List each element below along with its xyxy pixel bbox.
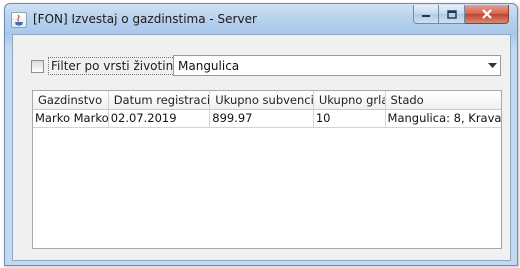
window-title: [FON] Izvestaj o gazdinstima - Server (33, 12, 257, 26)
close-button[interactable] (465, 5, 509, 24)
animal-type-select[interactable]: Mangulica (173, 55, 501, 76)
title-bar[interactable]: [FON] Izvestaj o gazdinstima - Server (5, 4, 517, 34)
close-icon (481, 9, 492, 19)
filter-checkbox-label[interactable]: Filter po vrsti životinje (48, 57, 187, 75)
report-table[interactable]: Gazdinstvo Datum registracije Ukupno sub… (32, 90, 502, 249)
animal-filter-checkbox[interactable]: Filter po vrsti životinje (31, 56, 187, 76)
cell-stado[interactable]: Mangulica: 8, Krava: 2 (385, 110, 502, 128)
column-header-gazdinstvo[interactable]: Gazdinstvo (33, 91, 109, 109)
table-header: Gazdinstvo Datum registracije Ukupno sub… (33, 91, 501, 110)
column-header-datum-registracije[interactable]: Datum registracije (109, 91, 211, 109)
column-header-ukupno-subvencije[interactable]: Ukupno subvencije (210, 91, 314, 109)
animal-type-selected-value: Mangulica (178, 58, 240, 73)
cell-ukupno-grla[interactable]: 10 (313, 110, 386, 128)
window-content: Filter po vrsti životinje Mangulica Gazd… (12, 34, 511, 261)
cell-datum-registracije[interactable]: 02.07.2019 (108, 110, 211, 128)
maximize-icon (446, 9, 457, 19)
column-header-stado[interactable]: Stado (386, 91, 502, 109)
caption-buttons (413, 5, 509, 25)
maximize-button[interactable] (439, 5, 465, 24)
cell-ukupno-subvencije[interactable]: 899.97 (210, 110, 314, 128)
java-app-icon (11, 12, 27, 28)
minimize-icon (422, 15, 430, 17)
minimize-button[interactable] (413, 5, 439, 24)
dropdown-button[interactable] (484, 56, 500, 75)
application-window: [FON] Izvestaj o gazdinstima - Server Fi… (4, 3, 518, 266)
table-row[interactable]: Marko Markovic 02.07.2019 899.97 10 Mang… (33, 110, 502, 128)
filter-checkbox-box[interactable] (31, 59, 44, 73)
cell-gazdinstvo[interactable]: Marko Markovic (33, 110, 109, 128)
chevron-down-icon (487, 62, 497, 68)
column-header-ukupno-grla[interactable]: Ukupno grla (314, 91, 386, 109)
